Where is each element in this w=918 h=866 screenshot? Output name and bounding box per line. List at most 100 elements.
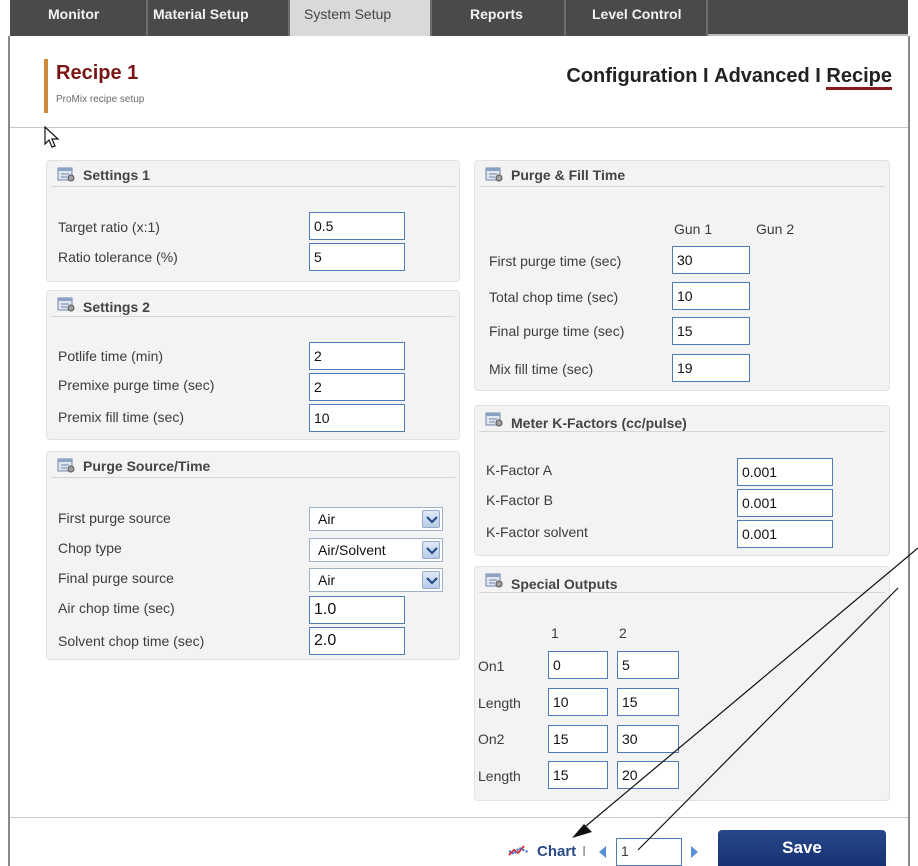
length2-output-2-input[interactable]: 20 [617, 761, 679, 789]
field-label: On1 [478, 658, 505, 674]
field-label: K-Factor B [486, 492, 553, 508]
save-button[interactable]: Save [718, 830, 886, 866]
chop-type-select[interactable]: Air/Solvent [309, 538, 443, 562]
panel-title: Meter K-Factors (cc/pulse) [511, 415, 687, 431]
page-title: Recipe 1 [56, 62, 139, 84]
next-page-icon[interactable] [690, 845, 700, 859]
panel-title: Settings 2 [83, 299, 150, 315]
column-header-gun-1: Gun 1 [674, 221, 713, 237]
on2-output-2-input[interactable]: 30 [617, 725, 679, 753]
settings-panel-icon [485, 573, 503, 588]
crumb-recipe[interactable]: Recipe [826, 65, 892, 90]
k-factor-a-input[interactable]: 0.001 [737, 458, 833, 486]
panel-settings-1: Settings 1 Target ratio (x:1) 0.5 Ratio … [46, 160, 460, 282]
tab-label: Level Control [592, 6, 682, 22]
footer-separator: I [582, 843, 587, 860]
settings-panel-icon [57, 167, 75, 182]
chevron-down-icon[interactable] [422, 510, 440, 528]
panel-header: Special Outputs [479, 567, 885, 593]
page-number-input[interactable]: 1 [616, 838, 682, 866]
field-label: Ratio tolerance (%) [58, 249, 178, 265]
premix-fill-time-input[interactable]: 10 [309, 404, 405, 432]
field-label: Target ratio (x:1) [58, 219, 160, 235]
field-label: K-Factor solvent [486, 524, 588, 540]
field-label: Premixe purge time (sec) [58, 377, 215, 393]
title-accent-bar [44, 59, 48, 113]
premix-purge-time-input[interactable]: 2 [309, 373, 405, 401]
panel-special-outputs: Special Outputs 1 2 On1 0 5 Length 10 15… [474, 566, 890, 801]
k-factor-b-input[interactable]: 0.001 [737, 489, 833, 517]
tab-material-setup[interactable]: Material Setup [148, 0, 288, 36]
chevron-down-icon[interactable] [422, 541, 440, 559]
air-chop-time-input[interactable]: 1.0 [309, 596, 405, 624]
final-purge-source-select[interactable]: Air [309, 568, 443, 592]
panel-title: Special Outputs [511, 576, 618, 592]
footer-divider [10, 817, 908, 818]
tab-level-control[interactable]: Level Control [566, 0, 706, 36]
field-label: Total chop time (sec) [489, 289, 619, 305]
column-header-2: 2 [619, 625, 627, 641]
potlife-time-input[interactable]: 2 [309, 342, 405, 370]
mix-fill-time-input[interactable]: 19 [672, 354, 750, 382]
settings-panel-icon [57, 297, 75, 312]
field-label: Mix fill time (sec) [489, 361, 594, 377]
tab-label: Material Setup [153, 6, 249, 22]
field-label: Premix fill time (sec) [58, 409, 185, 425]
field-label: Final purge time (sec) [489, 323, 625, 339]
ratio-tolerance-input[interactable]: 5 [309, 243, 405, 271]
field-label: Solvent chop time (sec) [58, 633, 205, 649]
field-label: K-Factor A [486, 462, 553, 478]
crumb-configuration[interactable]: Configuration [566, 65, 697, 88]
field-label: First purge time (sec) [489, 253, 622, 269]
length1-output-1-input[interactable]: 10 [548, 688, 608, 716]
panel-purge-source: Purge Source/Time First purge source Air… [46, 451, 460, 660]
tab-monitor[interactable]: Monitor [10, 0, 146, 36]
top-navigation: Monitor Material Setup System Setup Repo… [0, 0, 918, 36]
mouse-pointer-icon [44, 126, 60, 148]
chevron-down-icon[interactable] [422, 571, 440, 589]
tab-label: System Setup [304, 6, 392, 22]
panel-header: Purge Source/Time [51, 452, 455, 478]
annotation-arrowhead [572, 824, 592, 838]
column-header-1: 1 [551, 625, 559, 641]
panel-header: Meter K-Factors (cc/pulse) [479, 406, 885, 432]
length1-output-2-input[interactable]: 15 [617, 688, 679, 716]
on2-output-1-input[interactable]: 15 [548, 725, 608, 753]
tab-label: Reports [470, 6, 523, 22]
select-value: Air [318, 572, 336, 588]
tab-label: Monitor [48, 6, 100, 22]
on1-output-1-input[interactable]: 0 [548, 651, 608, 679]
final-purge-time-input[interactable]: 15 [672, 317, 750, 345]
solvent-chop-time-input[interactable]: 2.0 [309, 627, 405, 655]
field-label: Chop type [58, 540, 122, 556]
first-purge-time-input[interactable]: 30 [672, 246, 750, 274]
panel-title: Purge & Fill Time [511, 167, 626, 183]
panel-title: Purge Source/Time [83, 458, 211, 474]
tab-reports[interactable]: Reports [432, 0, 564, 36]
panel-title: Settings 1 [83, 167, 150, 183]
panel-header: Settings 1 [51, 161, 455, 187]
prev-page-icon[interactable] [597, 845, 607, 859]
first-purge-source-select[interactable]: Air [309, 507, 443, 531]
select-value: Air/Solvent [318, 542, 386, 558]
crumb-advanced[interactable]: Advanced [714, 65, 810, 88]
panel-purge-fill: Purge & Fill Time Gun 1 Gun 2 First purg… [474, 160, 890, 391]
field-label: Length [478, 768, 521, 784]
target-ratio-input[interactable]: 0.5 [309, 212, 405, 240]
chart-icon[interactable] [508, 843, 530, 857]
k-factor-solvent-input[interactable]: 0.001 [737, 520, 833, 548]
length2-output-1-input[interactable]: 15 [548, 761, 608, 789]
on1-output-2-input[interactable]: 5 [617, 651, 679, 679]
settings-panel-icon [485, 167, 503, 182]
select-value: Air [318, 511, 336, 527]
tab-system-setup[interactable]: System Setup [290, 0, 430, 36]
frame-border-left [8, 36, 10, 866]
total-chop-time-input[interactable]: 10 [672, 282, 750, 310]
field-label: Potlife time (min) [58, 348, 164, 364]
panel-meter-k-factors: Meter K-Factors (cc/pulse) K-Factor A 0.… [474, 405, 890, 556]
panel-header: Settings 2 [51, 291, 455, 317]
field-label: Final purge source [58, 570, 174, 586]
chart-link[interactable]: Chart [537, 843, 576, 860]
field-label: Length [478, 695, 521, 711]
panel-header: Purge & Fill Time [479, 161, 885, 187]
